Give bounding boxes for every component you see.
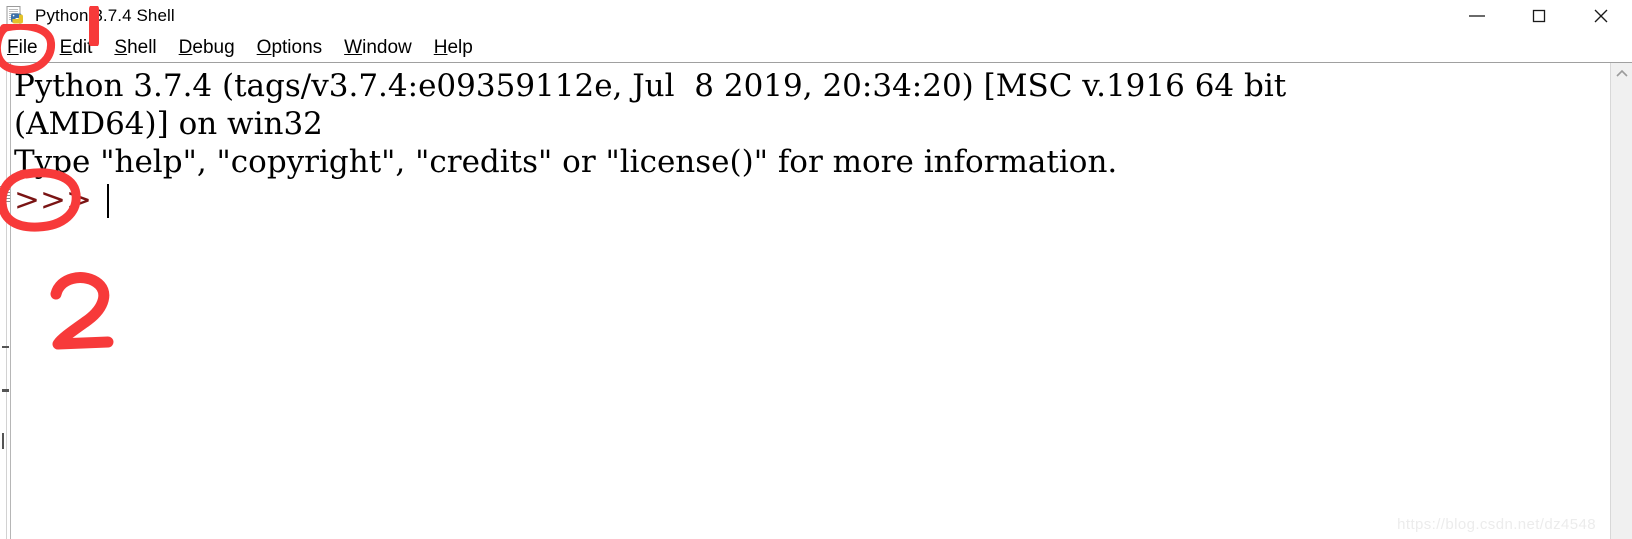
left-gutter-tick-middle — [2, 389, 9, 392]
left-gutter-line-outer — [6, 63, 7, 539]
menu-item-options[interactable]: Options — [257, 38, 322, 57]
menu-accel-edit: E — [59, 36, 73, 58]
scroll-up-arrow-icon[interactable] — [1611, 63, 1632, 83]
window-controls — [1446, 0, 1632, 32]
prompt-chevrons: >>> — [14, 182, 102, 218]
menu-label-help: elp — [447, 36, 473, 58]
minimize-button[interactable] — [1446, 0, 1508, 32]
left-gutter-tick-upper — [2, 346, 9, 348]
menu-item-shell[interactable]: Shell — [114, 38, 156, 57]
python-idle-icon — [6, 6, 28, 26]
menu-label-options: ptions — [271, 36, 323, 58]
menu-item-edit[interactable]: Edit — [60, 38, 93, 57]
left-gutter-handle[interactable] — [0, 186, 10, 204]
menu-accel-options: O — [256, 36, 272, 58]
shell-prompt-row[interactable]: >>> — [14, 181, 109, 219]
shell-output-area[interactable]: Python 3.7.4 (tags/v3.7.4:e09359112e, Ju… — [0, 63, 1632, 539]
watermark: https://blog.csdn.net/dz4548 — [1397, 516, 1596, 533]
menu-accel-shell: S — [114, 36, 128, 58]
menu-accel-window: W — [344, 36, 363, 58]
idle-shell-window: Python 3.7.4 Shell File Edit Shell Debug… — [0, 0, 1632, 539]
menu-label-file: ile — [18, 36, 38, 58]
left-gutter-line — [10, 63, 11, 539]
menu-item-help[interactable]: Help — [434, 38, 473, 57]
maximize-button[interactable] — [1508, 0, 1570, 32]
menu-item-debug[interactable]: Debug — [179, 38, 235, 57]
vertical-scrollbar[interactable] — [1610, 63, 1632, 539]
menu-item-window[interactable]: Window — [344, 38, 412, 57]
menu-accel-debug: D — [178, 36, 193, 58]
console-line-2: (AMD64)] on win32 — [14, 106, 323, 142]
title-bar: Python 3.7.4 Shell — [0, 0, 1632, 32]
menu-accel-file: F — [7, 36, 19, 58]
menu-item-file[interactable]: File — [7, 38, 38, 57]
text-caret — [106, 184, 109, 218]
menu-label-debug: ebug — [192, 36, 235, 58]
console-line-3: Type "help", "copyright", "credits" or "… — [14, 144, 1118, 180]
window-title: Python 3.7.4 Shell — [35, 6, 175, 25]
console-line-1: Python 3.7.4 (tags/v3.7.4:e09359112e, Ju… — [14, 68, 1287, 104]
menu-label-shell: hell — [127, 36, 157, 58]
left-gutter-tick-lower — [2, 433, 4, 449]
menu-label-window: indow — [362, 36, 412, 58]
menu-bar: File Edit Shell Debug Options Window Hel… — [0, 32, 1632, 62]
close-button[interactable] — [1570, 0, 1632, 32]
menu-accel-help: H — [433, 36, 448, 58]
scrollbar-track[interactable] — [1611, 83, 1632, 539]
menu-label-edit: dit — [72, 36, 93, 58]
